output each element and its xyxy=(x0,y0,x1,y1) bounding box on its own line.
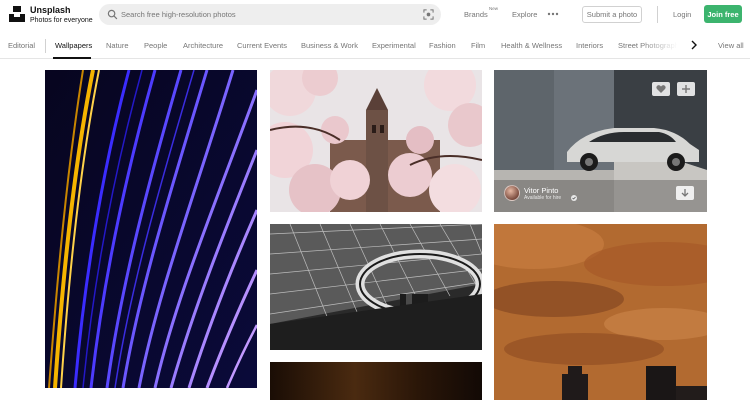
nav-explore[interactable]: Explore xyxy=(512,10,537,19)
light-streaks-image xyxy=(45,70,257,388)
author-name[interactable]: Vitor Pinto xyxy=(524,186,558,195)
chevron-right-icon[interactable] xyxy=(690,40,698,50)
view-all-link[interactable]: View all xyxy=(718,41,744,50)
add-to-collection-button[interactable] xyxy=(677,82,695,96)
active-category-underline xyxy=(53,57,91,59)
photo-light-streaks[interactable] xyxy=(45,70,257,388)
photo-sunset-skyline[interactable] xyxy=(494,224,707,400)
sunset-skyline-image xyxy=(494,224,707,400)
category-film[interactable]: Film xyxy=(471,41,485,50)
heart-icon xyxy=(656,85,666,93)
new-badge: New xyxy=(489,6,499,11)
brand[interactable]: Unsplash Photos for everyone xyxy=(30,5,93,26)
download-icon xyxy=(681,189,689,197)
category-health-wellness[interactable]: Health & Wellness xyxy=(501,41,562,50)
join-free-button[interactable]: Join free xyxy=(704,5,742,23)
category-current-events[interactable]: Current Events xyxy=(237,41,287,50)
glass-architecture-image xyxy=(270,224,482,350)
category-architecture[interactable]: Architecture xyxy=(183,41,223,50)
logo-icon[interactable] xyxy=(8,5,26,23)
avatar[interactable] xyxy=(504,185,520,201)
search-input[interactable] xyxy=(121,6,411,23)
category-wallpapers[interactable]: Wallpapers xyxy=(55,41,92,50)
brand-tagline: Photos for everyone xyxy=(30,17,93,24)
login-link[interactable]: Login xyxy=(673,10,691,19)
photo-cherry-blossom-tower[interactable] xyxy=(270,70,482,212)
category-editorial[interactable]: Editorial xyxy=(8,41,35,50)
plus-icon xyxy=(682,85,690,93)
category-nature[interactable]: Nature xyxy=(106,41,129,50)
brand-name: Unsplash xyxy=(30,5,71,15)
top-header: Unsplash Photos for everyone Brands New … xyxy=(0,0,750,31)
cherry-blossom-image xyxy=(270,70,482,212)
category-fashion[interactable]: Fashion xyxy=(429,41,456,50)
category-business-work[interactable]: Business & Work xyxy=(301,41,358,50)
category-interiors[interactable]: Interiors xyxy=(576,41,603,50)
category-people[interactable]: People xyxy=(144,41,167,50)
like-button[interactable] xyxy=(652,82,670,96)
check-icon xyxy=(571,195,577,201)
visual-search-icon[interactable] xyxy=(423,9,434,20)
header-divider xyxy=(657,6,658,23)
photo-warm-interior[interactable] xyxy=(270,362,482,400)
search-icon[interactable] xyxy=(107,9,118,20)
category-experimental[interactable]: Experimental xyxy=(372,41,416,50)
submit-photo-button[interactable]: Submit a photo xyxy=(582,6,642,23)
category-divider xyxy=(45,39,46,53)
photo-glass-architecture[interactable] xyxy=(270,224,482,350)
nav-brands[interactable]: Brands xyxy=(464,10,488,19)
search-bar xyxy=(99,4,441,25)
hire-status: Available for hire xyxy=(524,195,562,201)
download-button[interactable] xyxy=(676,186,694,200)
more-icon[interactable] xyxy=(547,12,559,16)
category-fade xyxy=(640,31,684,58)
category-nav: Editorial Wallpapers Nature People Archi… xyxy=(0,31,750,59)
